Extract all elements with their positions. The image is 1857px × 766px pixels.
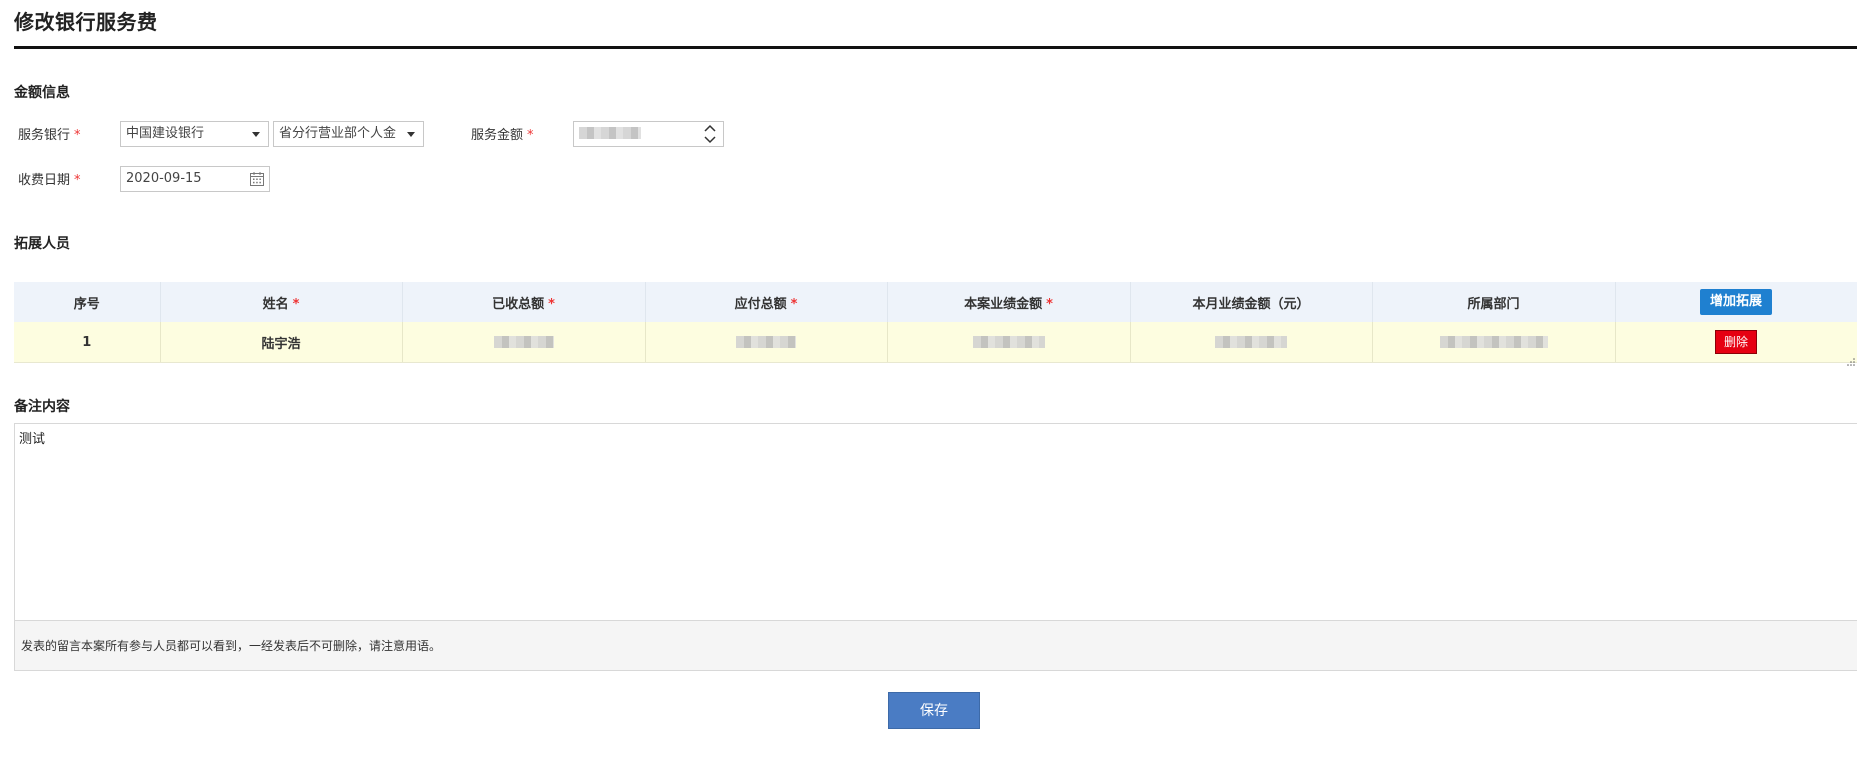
amount-label-text: 服务金额 <box>471 128 524 143</box>
redacted-value <box>579 126 641 139</box>
calendar-icon[interactable] <box>249 171 265 187</box>
remark-textarea[interactable]: 测试 <box>14 423 1857 621</box>
row-month-amount <box>1130 322 1373 363</box>
row-index: 1 <box>14 322 161 363</box>
chevron-down-icon <box>407 132 415 137</box>
required-mark: * <box>790 296 798 312</box>
required-mark: * <box>527 128 534 143</box>
branch-select-value: 省分行营业部个人金 <box>279 126 397 141</box>
extension-table: 序号 姓名 * 已收总额 * 应付总额 * 本案业绩金额 * 本月业绩金额（元） 所属部… <box>14 282 1857 363</box>
remark-section-title: 备注内容 <box>14 399 70 415</box>
page-title: 修改银行服务费 <box>14 10 158 34</box>
amount-section-title: 金额信息 <box>14 85 70 101</box>
table-header-row: 序号 姓名 * 已收总额 * 应付总额 * 本案业绩金额 * 本月业绩金额（元） 所属部… <box>14 282 1857 322</box>
col-header-name: 姓名 * <box>160 282 403 322</box>
col-header-payable-text: 应付总额 <box>734 296 787 312</box>
chevron-down-icon <box>252 132 260 137</box>
col-header-actions: 增加拓展 <box>1615 282 1857 322</box>
redacted-value <box>736 336 796 348</box>
table-row: 1 陆宇浩 删除 <box>14 322 1857 363</box>
date-label: 收费日期 * <box>18 169 81 188</box>
extension-section-title: 拓展人员 <box>14 236 70 252</box>
col-header-case-amount: 本案业绩金额 * <box>887 282 1131 322</box>
number-stepper-icon[interactable] <box>703 123 717 145</box>
required-mark: * <box>74 173 81 188</box>
redacted-value <box>493 336 554 348</box>
title-divider <box>14 46 1857 49</box>
required-mark: * <box>74 128 81 143</box>
row-actions: 删除 <box>1615 322 1857 363</box>
col-header-index: 序号 <box>14 282 161 322</box>
save-button[interactable]: 保存 <box>888 692 980 729</box>
bank-select-value: 中国建设银行 <box>126 126 205 141</box>
amount-input[interactable] <box>573 121 724 147</box>
bank-select[interactable]: 中国建设银行 <box>120 121 269 147</box>
required-mark: * <box>1046 296 1053 312</box>
col-header-received-total: 已收总额 * <box>402 282 646 322</box>
redacted-value <box>972 336 1045 348</box>
row-payable-total[interactable] <box>645 322 888 363</box>
row-name: 陆宇浩 <box>160 322 403 363</box>
redacted-value <box>1439 336 1548 348</box>
col-header-payable-total: 应付总额 * <box>645 282 888 322</box>
date-input-value: 2020-09-15 <box>126 171 202 186</box>
row-department <box>1372 322 1616 363</box>
remark-notice: 发表的留言本案所有参与人员都可以看到，一经发表后不可删除，请注意用语。 <box>14 621 1857 671</box>
col-header-department: 所属部门 <box>1372 282 1616 322</box>
date-input[interactable]: 2020-09-15 <box>120 166 270 192</box>
redacted-value <box>1215 336 1287 348</box>
col-header-received-text: 已收总额 <box>492 296 545 312</box>
required-mark: * <box>548 296 555 312</box>
col-header-case-text: 本案业绩金额 <box>964 296 1043 312</box>
required-mark: * <box>292 296 300 312</box>
col-header-index-text: 序号 <box>73 296 100 312</box>
col-header-month-text: 本月业绩金额（元） <box>1192 296 1310 312</box>
col-header-department-text: 所属部门 <box>1467 296 1520 312</box>
add-extension-button[interactable]: 增加拓展 <box>1699 289 1772 315</box>
bank-label: 服务银行 * <box>18 124 81 143</box>
row-case-amount[interactable] <box>887 322 1131 363</box>
col-header-month-amount: 本月业绩金额（元） <box>1130 282 1373 322</box>
date-label-text: 收费日期 <box>18 173 71 188</box>
amount-label: 服务金额 * <box>471 124 534 143</box>
delete-button[interactable]: 删除 <box>1714 330 1757 354</box>
col-header-name-text: 姓名 <box>262 296 289 312</box>
row-received-total[interactable] <box>402 322 646 363</box>
resize-grip-icon[interactable] <box>1845 354 1855 366</box>
remark-text: 测试 <box>19 432 46 447</box>
branch-select[interactable]: 省分行营业部个人金 <box>273 121 424 147</box>
bank-label-text: 服务银行 <box>18 128 71 143</box>
